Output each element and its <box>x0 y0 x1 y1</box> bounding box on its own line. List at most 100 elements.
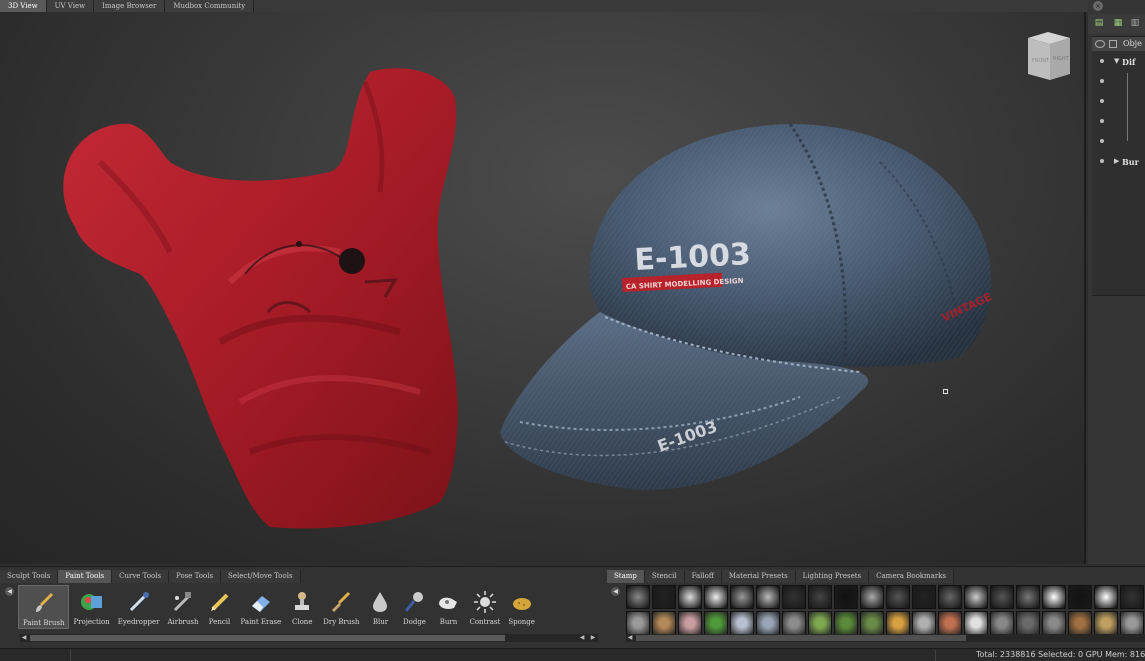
tab-sculpt-tools[interactable]: Sculpt Tools <box>0 570 59 583</box>
stamp-thumbnail[interactable] <box>1042 611 1066 635</box>
stamp-thumbnail[interactable] <box>782 585 806 609</box>
scroll-left-icon[interactable]: ◀ <box>578 634 586 642</box>
scroll-left-icon[interactable]: ◀ <box>20 634 28 642</box>
tool-airbrush[interactable]: Airbrush <box>163 585 202 629</box>
stamp-thumbnail[interactable] <box>964 585 988 609</box>
tab-falloff[interactable]: Falloff <box>684 570 722 583</box>
stamp-thumbnail[interactable] <box>626 611 650 635</box>
visibility-eye-icon[interactable] <box>1095 40 1105 48</box>
stamp-thumbnail[interactable] <box>834 611 858 635</box>
tool-paint-brush[interactable]: Paint Brush <box>18 585 70 629</box>
stamp-scrollbar[interactable]: ◀ <box>626 634 1145 642</box>
object-column-label: Obje <box>1123 39 1142 48</box>
tool-pencil[interactable]: Pencil <box>203 585 237 629</box>
stamp-thumbnail[interactable] <box>1094 611 1118 635</box>
panel-close-icon[interactable]: × <box>1093 1 1103 11</box>
stamp-thumbnail[interactable] <box>938 611 962 635</box>
stamp-thumbnail[interactable] <box>626 585 650 609</box>
stamp-thumbnail[interactable] <box>782 611 806 635</box>
stamp-thumbnail[interactable] <box>678 585 702 609</box>
stamp-thumbnail[interactable] <box>860 611 884 635</box>
stamp-scroll-thumb[interactable] <box>636 635 966 641</box>
stamp-thumbnail[interactable] <box>678 611 702 635</box>
tab-uv-view[interactable]: UV View <box>46 0 95 12</box>
layer-visibility-dot[interactable] <box>1100 99 1104 103</box>
3d-viewport[interactable]: E-1003 CA SHIRT MODELLING DESIGN VINTAGE… <box>0 12 1086 564</box>
stamp-thumbnail[interactable] <box>652 611 676 635</box>
stamp-thumbnail[interactable] <box>1094 585 1118 609</box>
tab-stamp[interactable]: Stamp <box>607 570 645 583</box>
stamp-thumbnail[interactable] <box>756 585 780 609</box>
tool-eyedropper[interactable]: Eyedropper <box>114 585 164 629</box>
expand-right-icon[interactable]: ▶ <box>1114 157 1119 165</box>
stamp-thumbnail[interactable] <box>704 585 728 609</box>
tool-projection[interactable]: Projection <box>69 585 113 629</box>
tool-blur[interactable]: Blur <box>363 585 397 629</box>
tab-pose-tools[interactable]: Pose Tools <box>169 570 222 583</box>
expand-down-icon[interactable]: ▼ <box>1114 57 1119 65</box>
tool-sponge[interactable]: Sponge <box>504 585 539 629</box>
layer-visibility-dot[interactable] <box>1100 139 1104 143</box>
stamp-thumbnail[interactable] <box>1120 585 1144 609</box>
duplicate-layer-icon[interactable]: ▦ <box>1113 18 1123 28</box>
tab-mudbox-community[interactable]: Mudbox Community <box>165 0 255 12</box>
tab-image-browser[interactable]: Image Browser <box>94 0 166 12</box>
tab-select-move-tools[interactable]: Select/Move Tools <box>221 570 301 583</box>
scroll-left-icon[interactable]: ◀ <box>626 634 634 642</box>
stamp-thumbnail[interactable] <box>808 585 832 609</box>
tools-scrollbar[interactable]: ◀ ◀ ▶ <box>20 634 598 642</box>
stamp-thumbnail[interactable] <box>704 611 728 635</box>
viewcube[interactable]: FRONT RIGHT <box>1024 30 1072 82</box>
tab-camera-bookmarks[interactable]: Camera Bookmarks <box>869 570 955 583</box>
scroll-right-icon[interactable]: ▶ <box>589 634 597 642</box>
tab-lighting-presets[interactable]: Lighting Presets <box>795 570 870 583</box>
stamp-thumbnail[interactable] <box>860 585 884 609</box>
tab-curve-tools[interactable]: Curve Tools <box>112 570 170 583</box>
stamp-thumbnail[interactable] <box>938 585 962 609</box>
stamp-thumbnail[interactable] <box>886 611 910 635</box>
lock-icon[interactable] <box>1109 40 1117 48</box>
new-layer-icon[interactable]: ▤ <box>1094 18 1104 28</box>
stamp-thumbnail[interactable] <box>990 611 1014 635</box>
stamp-thumbnail[interactable] <box>912 611 936 635</box>
stamp-thumbnail[interactable] <box>730 611 754 635</box>
tools-scroll-thumb[interactable] <box>30 635 505 641</box>
stamp-thumbnail[interactable] <box>964 611 988 635</box>
stamp-thumbnail[interactable] <box>834 585 858 609</box>
tool-clone[interactable]: Clone <box>285 585 319 629</box>
tool-contrast[interactable]: Contrast <box>465 585 504 629</box>
stamp-thumbnail[interactable] <box>1068 611 1092 635</box>
tools-prev-arrow-icon[interactable]: ◀ <box>5 587 14 596</box>
layer-row-diffuse[interactable]: Dif <box>1122 57 1135 67</box>
layer-row-bump[interactable]: Bur <box>1122 157 1139 167</box>
tool-burn[interactable]: Burn <box>431 585 465 629</box>
stamp-thumbnail[interactable] <box>730 585 754 609</box>
tab-3d-view[interactable]: 3D View <box>0 0 47 12</box>
tab-material-presets[interactable]: Material Presets <box>721 570 796 583</box>
layer-visibility-dot[interactable] <box>1100 119 1104 123</box>
stamp-thumbnail[interactable] <box>912 585 936 609</box>
tool-dodge[interactable]: Dodge <box>397 585 431 629</box>
delete-layer-icon[interactable]: ▥ <box>1130 18 1140 28</box>
stamp-thumbnail[interactable] <box>756 611 780 635</box>
stamp-thumbnail[interactable] <box>808 611 832 635</box>
eraser-icon <box>248 589 274 615</box>
tab-paint-tools[interactable]: Paint Tools <box>58 570 113 583</box>
stamp-thumbnail[interactable] <box>990 585 1014 609</box>
stamp-thumbnail[interactable] <box>1068 585 1092 609</box>
tool-paint-erase[interactable]: Paint Erase <box>237 585 286 629</box>
stamp-thumbnail[interactable] <box>886 585 910 609</box>
stamps-prev-arrow-icon[interactable]: ◀ <box>611 587 620 596</box>
tab-stencil[interactable]: Stencil <box>644 570 685 583</box>
layer-visibility-dot[interactable] <box>1100 59 1104 63</box>
stamp-thumbnail[interactable] <box>1120 611 1144 635</box>
stamp-thumbnail[interactable] <box>652 585 676 609</box>
tool-dry-brush[interactable]: Dry Brush <box>319 585 363 629</box>
stamp-thumbnail[interactable] <box>1016 611 1040 635</box>
burn-icon <box>435 589 461 615</box>
stamp-thumbnail[interactable] <box>1016 585 1040 609</box>
layer-visibility-dot[interactable] <box>1100 79 1104 83</box>
layer-visibility-dot[interactable] <box>1100 159 1104 163</box>
stamp-thumbnail[interactable] <box>1042 585 1066 609</box>
viewcube-front-label: FRONT <box>1032 58 1050 64</box>
